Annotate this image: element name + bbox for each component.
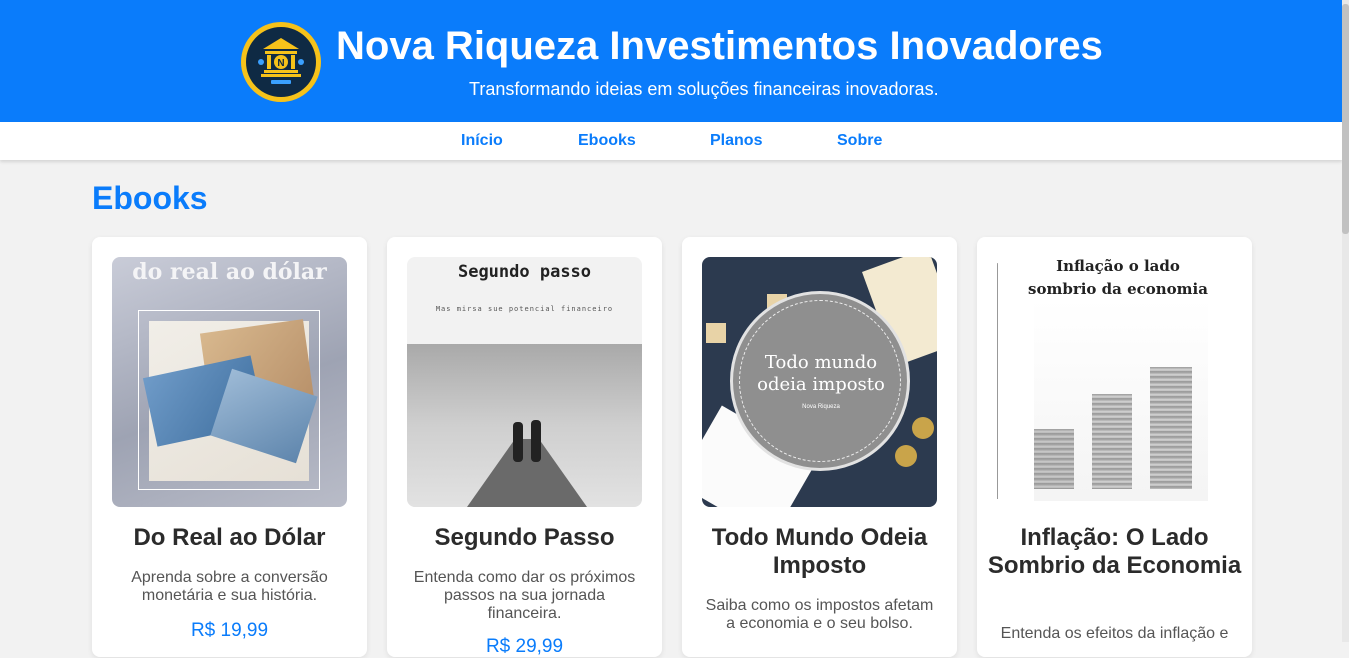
ebook-cover-image[interactable]: Inflação o lado sombrio da economia	[997, 257, 1232, 507]
ebook-title[interactable]: Inflação: O Lado Sombrio da Economia	[987, 524, 1242, 580]
ebook-cover-image[interactable]: Segundo passo Mas mirsa sue potencial fi…	[407, 257, 642, 507]
nav-link-planos[interactable]: Planos	[710, 132, 762, 150]
ebook-card[interactable]: do real ao dólar Do Real ao Dólar Aprend…	[92, 237, 367, 657]
ebook-title[interactable]: Do Real ao Dólar	[102, 524, 357, 552]
ebook-price: R$ 19,99	[190, 620, 269, 641]
ebook-card[interactable]: Inflação o lado sombrio da economia Infl…	[977, 237, 1252, 657]
svg-text:N: N	[277, 58, 284, 69]
nav-link-sobre[interactable]: Sobre	[837, 132, 882, 150]
ebook-title[interactable]: Todo Mundo Odeia Imposto	[692, 524, 947, 580]
ebook-cover-image[interactable]: Todo mundo odeia imposto Nova Riqueza	[702, 257, 937, 507]
ebook-description: Entenda como dar os próximos passos na s…	[413, 569, 636, 622]
ebook-card[interactable]: Todo mundo odeia imposto Nova Riqueza To…	[682, 237, 957, 657]
site-header: N Nova Riqueza Investimentos Inovadores …	[0, 0, 1342, 122]
page-scrollbar[interactable]	[1342, 0, 1349, 642]
ebook-cover-title: Inflação o lado sombrio da economia	[1028, 257, 1208, 298]
ebook-description: Entenda os efeitos da inflação e	[1000, 625, 1229, 642]
ebook-cover-subtitle: Nova Riqueza	[802, 404, 840, 410]
nav-link-ebooks[interactable]: Ebooks	[578, 132, 636, 150]
ebook-cover-image[interactable]: do real ao dólar	[112, 257, 347, 507]
bank-logo-icon[interactable]: N	[241, 22, 321, 102]
ebook-description: Saiba como os impostos afetam a economia…	[705, 597, 934, 632]
site-tagline: Transformando ideias em soluções finance…	[469, 79, 939, 99]
ebook-cover-title: do real ao dólar	[132, 259, 327, 285]
site-title: Nova Riqueza Investimentos Inovadores	[336, 24, 1103, 68]
ebook-cover-title: Segundo passo	[457, 262, 592, 282]
ebook-cover-title: Todo mundo odeia imposto	[757, 352, 885, 395]
ebook-price: R$ 29,99	[485, 636, 564, 657]
ebook-cover-subtitle: Mas mirsa sue potencial financeiro	[435, 305, 614, 313]
section-title: Ebooks	[92, 180, 208, 216]
nav-link-inicio[interactable]: Início	[461, 132, 503, 150]
ebook-title[interactable]: Segundo Passo	[397, 524, 652, 552]
scrollbar-thumb[interactable]	[1342, 4, 1349, 234]
ebook-description: Aprenda sobre a conversão monetária e su…	[131, 569, 328, 604]
ebook-card[interactable]: Segundo passo Mas mirsa sue potencial fi…	[387, 237, 662, 657]
main-nav: Início Ebooks Planos Sobre	[0, 122, 1342, 160]
